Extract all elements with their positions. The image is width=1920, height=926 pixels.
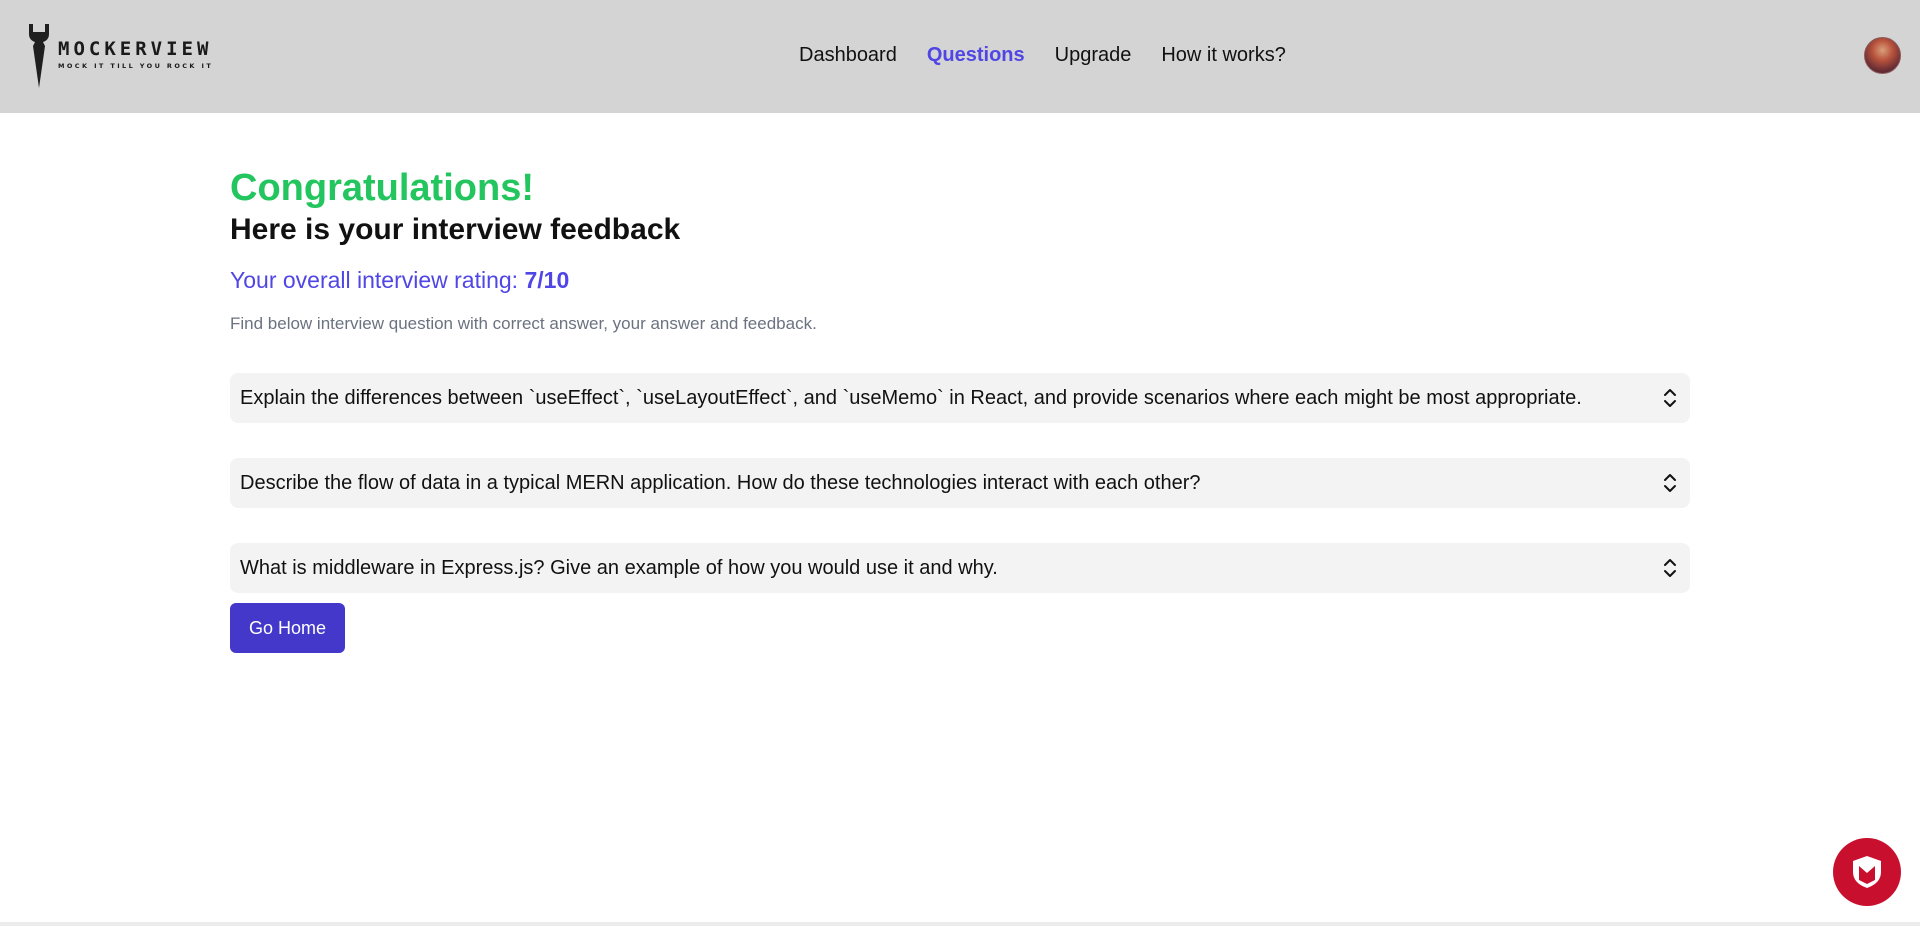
feedback-subtitle: Here is your interview feedback bbox=[230, 213, 681, 246]
feedback-hint: Find below interview question with corre… bbox=[230, 314, 817, 333]
question-text: Describe the flow of data in a typical M… bbox=[240, 471, 1201, 494]
bottom-divider bbox=[0, 922, 1920, 926]
rating-value: 7/10 bbox=[524, 267, 570, 293]
overall-rating: Your overall interview rating: 7/10 bbox=[230, 264, 569, 296]
question-collapsible[interactable]: What is middleware in Express.js? Give a… bbox=[230, 543, 1690, 593]
question-collapsible[interactable]: Describe the flow of data in a typical M… bbox=[230, 458, 1690, 508]
user-avatar[interactable] bbox=[1864, 37, 1901, 74]
question-text: What is middleware in Express.js? Give a… bbox=[240, 556, 998, 579]
nav-item-questions[interactable]: Questions bbox=[927, 40, 1025, 70]
tie-wrench-icon bbox=[29, 24, 49, 88]
nav-item-how-it-works[interactable]: How it works? bbox=[1161, 40, 1285, 70]
chevron-up-down-icon bbox=[1660, 556, 1680, 580]
main-nav: Dashboard Questions Upgrade How it works… bbox=[799, 40, 1316, 70]
chevron-up-down-icon bbox=[1660, 471, 1680, 495]
brand-tagline: MOCK IT TILL YOU ROCK IT bbox=[58, 62, 214, 70]
go-home-button[interactable]: Go Home bbox=[230, 603, 345, 653]
question-collapsible[interactable]: Explain the differences between `useEffe… bbox=[230, 373, 1690, 423]
chevron-up-down-icon bbox=[1660, 386, 1680, 410]
nav-item-dashboard[interactable]: Dashboard bbox=[799, 40, 897, 70]
security-shield-icon[interactable] bbox=[1833, 838, 1901, 906]
congrats-heading: Congratulations! bbox=[230, 167, 534, 209]
rating-label: Your overall interview rating: bbox=[230, 267, 525, 293]
brand-logo[interactable]: MOCKERVIEW MOCK IT TILL YOU ROCK IT bbox=[26, 22, 226, 92]
nav-item-upgrade[interactable]: Upgrade bbox=[1055, 40, 1132, 70]
top-navbar: MOCKERVIEW MOCK IT TILL YOU ROCK IT Dash… bbox=[0, 0, 1920, 113]
brand-name: MOCKERVIEW bbox=[58, 38, 213, 60]
question-text: Explain the differences between `useEffe… bbox=[240, 386, 1582, 409]
